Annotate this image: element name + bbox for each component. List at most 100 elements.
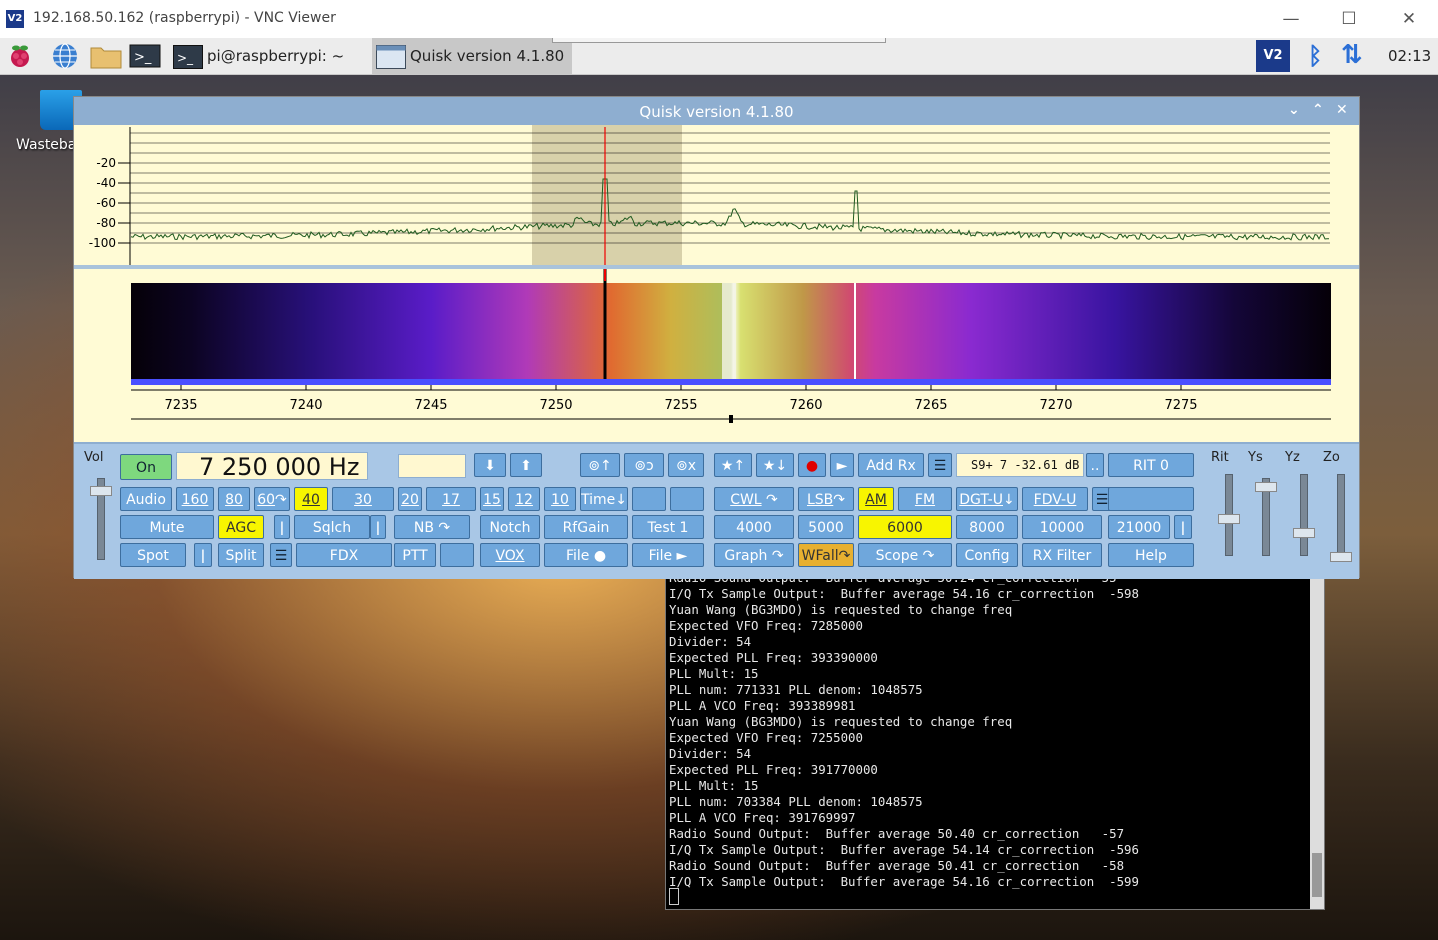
- favorite-down-button[interactable]: ★↓: [756, 453, 794, 477]
- noise-blanker-button[interactable]: NB ↷: [394, 515, 470, 539]
- notch-button[interactable]: Notch: [480, 515, 540, 539]
- terminal-scrollbar[interactable]: [1310, 573, 1324, 909]
- favorite-up-button[interactable]: ★↑: [714, 453, 752, 477]
- agc-button[interactable]: AGC: [218, 515, 264, 539]
- memory-clear-button[interactable]: ⊚x: [668, 453, 704, 477]
- blank-button-2[interactable]: [670, 487, 704, 511]
- fm-button[interactable]: FM: [898, 487, 952, 511]
- band-40-button[interactable]: 40: [294, 487, 328, 511]
- cwl-button[interactable]: CWL ↷: [714, 487, 794, 511]
- fdv-u-button[interactable]: FDV-U: [1022, 487, 1088, 511]
- file-play-button[interactable]: File ►: [632, 543, 704, 567]
- band-12-button[interactable]: 12: [508, 487, 540, 511]
- filter-5000-button[interactable]: 5000: [798, 515, 854, 539]
- band-80-button[interactable]: 80: [218, 487, 250, 511]
- quisk-close-button[interactable]: ✕: [1336, 102, 1348, 118]
- filter-8000-button[interactable]: 8000: [956, 515, 1018, 539]
- raspberry-menu-icon[interactable]: [6, 42, 34, 70]
- am-button[interactable]: AM: [858, 487, 894, 511]
- memory-recall-button[interactable]: ⊚ↄ: [624, 453, 664, 477]
- squelch-button[interactable]: Sqlch: [294, 515, 370, 539]
- frequency-display[interactable]: 7 250 000 Hz: [176, 452, 368, 481]
- filter-10000-button[interactable]: 10000: [1022, 515, 1102, 539]
- audio-button[interactable]: Audio: [120, 487, 172, 511]
- dgt-u-button[interactable]: DGT-U↓: [956, 487, 1018, 511]
- frequency-entry[interactable]: [398, 454, 466, 478]
- vol-slider-knob[interactable]: [90, 486, 112, 496]
- filter-4000-button[interactable]: 4000: [714, 515, 794, 539]
- file-record-button[interactable]: File ●: [544, 543, 628, 567]
- band-60-button[interactable]: 60↷: [254, 487, 290, 511]
- ptt-button[interactable]: PTT: [394, 543, 436, 567]
- filter-adjust-button[interactable]: ǀ: [1174, 515, 1192, 539]
- squelch-adjust-button[interactable]: ǀ: [370, 515, 386, 539]
- band-17-button[interactable]: 17: [426, 487, 476, 511]
- rx-list-icon[interactable]: ☰: [928, 453, 952, 477]
- rit-slider-knob[interactable]: [1218, 514, 1240, 524]
- smeter-options-button[interactable]: ..: [1086, 453, 1104, 477]
- rfgain-button[interactable]: RfGain: [544, 515, 628, 539]
- s-meter-display[interactable]: S9+ 7 -32.61 dB: [956, 453, 1084, 477]
- blank-mode-button[interactable]: [1108, 487, 1194, 511]
- memory-save-button[interactable]: ⊚↑: [580, 453, 620, 477]
- vnc-tray-icon[interactable]: V2: [1256, 40, 1290, 72]
- waterfall[interactable]: 7235 7240 7245 7250 7255 7260 7265 7270 7275: [74, 269, 1359, 444]
- spot-adjust-button[interactable]: ǀ: [194, 543, 212, 567]
- help-button[interactable]: Help: [1108, 543, 1194, 567]
- lsb-button[interactable]: LSB↷: [798, 487, 854, 511]
- rit-button[interactable]: RIT 0: [1108, 453, 1194, 477]
- blank-button-3[interactable]: [440, 543, 474, 567]
- on-button[interactable]: On: [120, 454, 172, 480]
- play-button[interactable]: ►: [830, 453, 854, 477]
- filter-6000-button[interactable]: 6000: [858, 515, 952, 539]
- waterfall-button[interactable]: WFall↷: [798, 543, 854, 567]
- yz-slider-track[interactable]: [1300, 474, 1308, 556]
- taskbar-quisk-window[interactable]: Quisk version 4.1.80: [372, 38, 572, 74]
- filter-21000-button[interactable]: 21000: [1108, 515, 1170, 539]
- zo-slider-knob[interactable]: [1330, 552, 1352, 562]
- graph-button[interactable]: Graph ↷: [714, 543, 794, 567]
- add-rx-button[interactable]: Add Rx: [858, 453, 924, 477]
- test1-button[interactable]: Test 1: [632, 515, 704, 539]
- split-button[interactable]: Split: [218, 543, 264, 567]
- terminal-scrollbar-thumb[interactable]: [1312, 853, 1322, 897]
- band-30-button[interactable]: 30: [332, 487, 394, 511]
- band-15-button[interactable]: 15: [480, 487, 504, 511]
- mute-button[interactable]: Mute: [120, 515, 214, 539]
- bluetooth-icon[interactable]: ᛒ: [1308, 42, 1322, 70]
- taskbar-terminal-window[interactable]: >_ pi@raspberrypi: ~: [173, 38, 369, 74]
- freq-down-button[interactable]: ⬇: [474, 453, 506, 477]
- band-10-button[interactable]: 10: [544, 487, 576, 511]
- band-160-button[interactable]: 160: [176, 487, 214, 511]
- network-icon[interactable]: ⇅: [1341, 40, 1363, 70]
- scope-button[interactable]: Scope ↷: [858, 543, 952, 567]
- vnc-minimize-button[interactable]: —: [1268, 4, 1314, 34]
- quisk-minimize-button[interactable]: ⌄: [1288, 102, 1300, 118]
- split-list-icon[interactable]: ☰: [270, 543, 292, 567]
- dgt-u-label: DGT-U: [959, 492, 1003, 508]
- web-browser-icon[interactable]: [51, 42, 79, 70]
- spot-button[interactable]: Spot: [120, 543, 186, 567]
- config-button[interactable]: Config: [956, 543, 1018, 567]
- blank-button-1[interactable]: [632, 487, 666, 511]
- freq-up-button[interactable]: ⬆: [510, 453, 542, 477]
- terminal-output: Radio Sound Output: Buffer average 50.24…: [666, 573, 1324, 890]
- quisk-maximize-button[interactable]: ⌃: [1312, 102, 1324, 118]
- band-12-label: 12: [515, 492, 533, 508]
- rx-filter-button[interactable]: RX Filter: [1022, 543, 1102, 567]
- terminal-window[interactable]: Radio Sound Output: Buffer average 50.24…: [665, 572, 1325, 910]
- ys-slider-knob[interactable]: [1255, 482, 1277, 492]
- agc-adjust-button[interactable]: ǀ: [274, 515, 290, 539]
- time-button[interactable]: Time↓: [580, 487, 628, 511]
- record-button[interactable]: ●: [798, 453, 826, 477]
- zo-slider-track[interactable]: [1337, 474, 1345, 556]
- vnc-maximize-button[interactable]: ☐: [1326, 4, 1372, 34]
- band-20-button[interactable]: 20: [398, 487, 422, 511]
- terminal-launcher-icon[interactable]: >_: [129, 42, 161, 70]
- vnc-close-button[interactable]: ✕: [1386, 4, 1432, 34]
- vox-button[interactable]: VOX: [480, 543, 540, 567]
- fdx-button[interactable]: FDX: [296, 543, 392, 567]
- file-manager-icon[interactable]: [90, 42, 122, 70]
- yz-slider-knob[interactable]: [1293, 528, 1315, 538]
- spectrum-graph[interactable]: -20 -40 -60 -80 -100: [74, 125, 1359, 267]
